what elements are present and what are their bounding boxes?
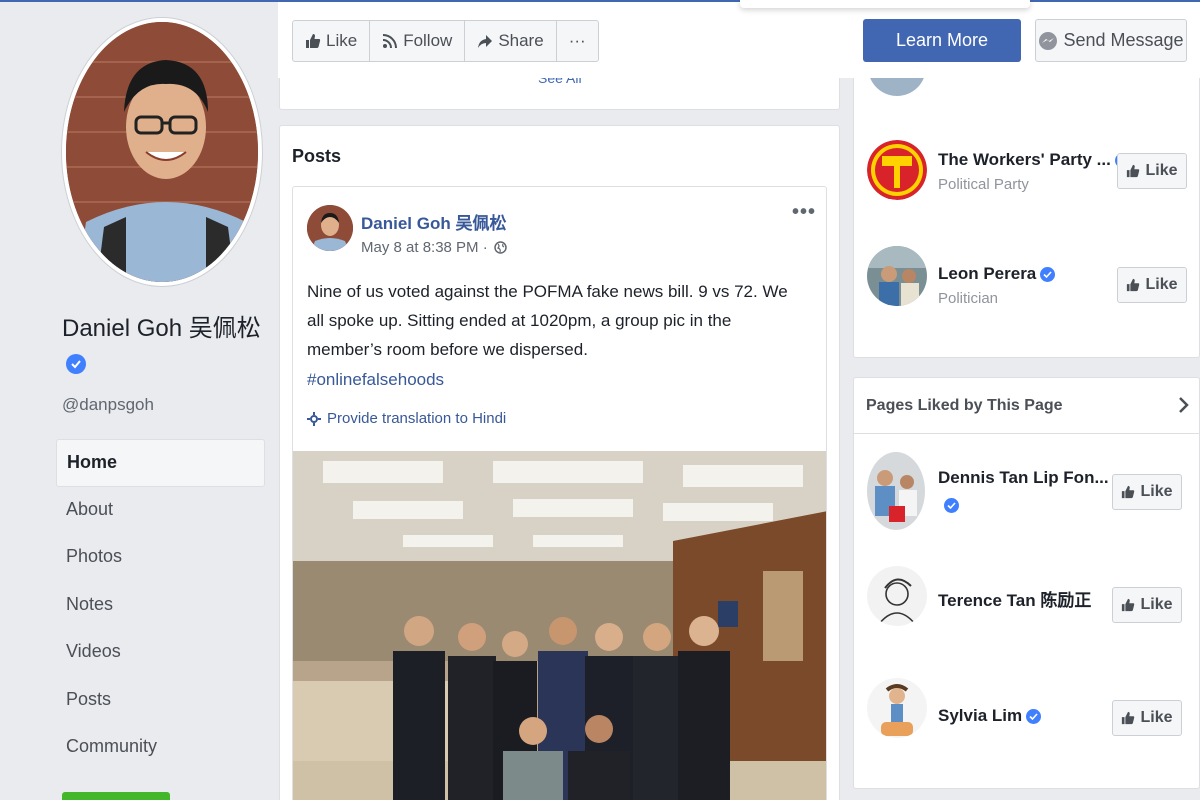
related-pages-card: The Workers' Party ... Political Party L…: [853, 78, 1200, 358]
share-label: Share: [498, 31, 544, 50]
like-label: Like: [1145, 162, 1178, 179]
posts-section-title: Posts: [292, 146, 342, 166]
thumbs-up-icon: [1127, 278, 1140, 292]
post-date-text: May 8 at 8:38 PM ·: [361, 239, 488, 256]
nav-item-home[interactable]: Home: [56, 439, 265, 487]
pages-liked-title: Pages Liked by This Page: [866, 397, 1063, 414]
page-title: Daniel Goh 吴佩松: [62, 312, 262, 380]
post-body: Nine of us voted against the POFMA fake …: [307, 282, 788, 359]
create-page-button[interactable]: [62, 792, 170, 800]
related-page-item: Leon Perera Politician Like: [854, 246, 1199, 326]
like-page-button[interactable]: Like: [293, 21, 371, 61]
like-page-button[interactable]: Like: [1117, 267, 1187, 303]
posts-section: Posts Daniel Goh 吴佩松 May 8 at 8:38 PM · …: [279, 125, 840, 800]
like-label: Like: [1140, 483, 1173, 500]
related-page-name-text: Leon Perera: [938, 264, 1037, 283]
post-author-name[interactable]: Daniel Goh 吴佩松: [361, 209, 506, 234]
liked-page-name[interactable]: Dennis Tan Lip Fon...: [938, 468, 1109, 488]
pages-liked-header[interactable]: Pages Liked by This Page: [854, 378, 1200, 434]
left-column: Daniel Goh 吴佩松 @danpsgoh Home About Phot…: [0, 0, 278, 800]
more-options-label: ···: [568, 31, 586, 50]
nav-item-notes[interactable]: Notes: [56, 582, 265, 630]
page-name-text: Daniel Goh 吴佩松: [62, 315, 261, 342]
page-action-group: Like Follow Share ···: [292, 20, 599, 62]
translation-label: Provide translation to Hindi: [327, 410, 507, 427]
verified-badge-icon: [66, 353, 86, 374]
related-page-category: Politician: [938, 290, 999, 307]
like-page-button[interactable]: Like: [1112, 700, 1182, 736]
thumbs-up-icon: [306, 34, 321, 48]
like-label: Like: [1140, 709, 1173, 726]
action-bar: Like Follow Share ··· Learn More Send Me…: [278, 2, 1200, 78]
page-handle[interactable]: @danpsgoh: [62, 395, 154, 415]
nav-item-community[interactable]: Community: [56, 724, 265, 772]
learn-more-button[interactable]: Learn More: [863, 19, 1021, 62]
post-photo[interactable]: [293, 451, 826, 800]
profile-picture[interactable]: [62, 18, 262, 286]
related-page-thumb[interactable]: [867, 246, 927, 306]
share-arrow-icon: [478, 35, 493, 48]
liked-page-name-text: Sylvia Lim: [938, 706, 1023, 725]
liked-page-item: Sylvia Lim Like: [854, 678, 1200, 758]
verified-badge-icon: [1040, 267, 1056, 283]
related-page-category: Political Party: [938, 176, 1029, 193]
post: Daniel Goh 吴佩松 May 8 at 8:38 PM · ••• Ni…: [292, 186, 827, 800]
dropdown-popup-edge: [740, 0, 1030, 8]
thumbs-up-icon: [1122, 711, 1135, 725]
nav-item-videos[interactable]: Videos: [56, 629, 265, 677]
like-page-label: Like: [326, 31, 358, 50]
like-label: Like: [1140, 596, 1173, 613]
liked-page-name[interactable]: Sylvia Lim: [938, 706, 1042, 726]
related-page-name[interactable]: The Workers' Party ...: [938, 150, 1130, 170]
post-timestamp[interactable]: May 8 at 8:38 PM ·: [361, 239, 507, 256]
see-all-link[interactable]: See All: [538, 78, 582, 86]
share-button[interactable]: Share: [465, 21, 557, 61]
like-label: Like: [1145, 276, 1178, 293]
workers-party-logo[interactable]: [867, 140, 927, 200]
follow-button[interactable]: Follow: [370, 21, 466, 61]
related-page-thumb-partial[interactable]: [868, 78, 926, 96]
globe-icon: [493, 241, 507, 254]
nav-item-photos[interactable]: Photos: [56, 534, 265, 582]
thumbs-up-icon: [1122, 598, 1135, 612]
like-page-button[interactable]: Like: [1117, 153, 1187, 189]
nav-item-posts[interactable]: Posts: [56, 677, 265, 725]
related-page-name-text: The Workers' Party ...: [938, 150, 1111, 169]
page-nav: Home About Photos Notes Videos Posts Com…: [56, 439, 265, 772]
liked-page-item: Dennis Tan Lip Fon... Like: [854, 452, 1200, 532]
liked-page-thumb[interactable]: [867, 452, 925, 530]
more-options-button[interactable]: ···: [557, 21, 598, 61]
gear-icon: [307, 411, 321, 426]
verified-badge-icon: [944, 498, 959, 513]
chevron-right-icon[interactable]: [1178, 396, 1190, 414]
messenger-icon: [1039, 31, 1058, 50]
nav-item-about[interactable]: About: [56, 487, 265, 535]
verified-badge-icon: [1026, 709, 1042, 725]
post-options-button[interactable]: •••: [792, 201, 816, 224]
liked-page-item: Terence Tan 陈励正 Like: [854, 566, 1200, 646]
send-message-label: Send Message: [1063, 30, 1184, 50]
send-message-button[interactable]: Send Message: [1035, 19, 1187, 62]
related-page-name[interactable]: Leon Perera: [938, 264, 1056, 284]
like-page-button[interactable]: Like: [1112, 587, 1182, 623]
related-page-item: The Workers' Party ... Political Party L…: [854, 140, 1199, 220]
thumbs-up-icon: [1127, 164, 1140, 178]
previous-card: See All: [279, 78, 840, 110]
post-hashtag-link[interactable]: #onlinefalsehoods: [307, 370, 444, 390]
rss-follow-icon: [383, 34, 398, 49]
liked-page-name[interactable]: Terence Tan 陈励正: [938, 586, 1091, 611]
liked-page-thumb[interactable]: [867, 566, 927, 626]
liked-page-thumb[interactable]: [867, 678, 927, 738]
post-author-avatar[interactable]: [307, 205, 353, 251]
pages-liked-card: Pages Liked by This Page Dennis Tan Lip …: [853, 377, 1200, 789]
like-page-button[interactable]: Like: [1112, 474, 1182, 510]
translation-link[interactable]: Provide translation to Hindi: [307, 410, 506, 427]
thumbs-up-icon: [1122, 485, 1135, 499]
follow-label: Follow: [403, 31, 453, 50]
